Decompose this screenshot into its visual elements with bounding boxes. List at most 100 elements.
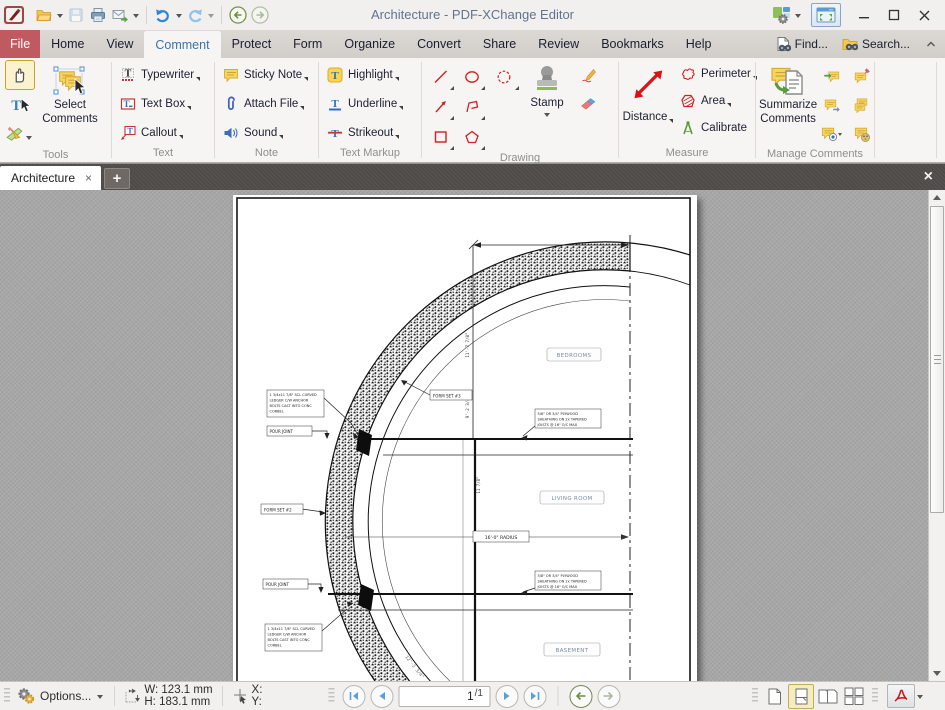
underline-button[interactable]: T Underline — [325, 89, 418, 118]
close-pane-icon[interactable]: × — [912, 164, 945, 190]
tab-share[interactable]: Share — [472, 30, 527, 58]
collapse-ribbon-icon[interactable] — [917, 30, 945, 58]
tab-comment[interactable]: Comment — [144, 31, 221, 58]
options-button[interactable]: Options... — [13, 687, 108, 705]
select-comments-button[interactable]: Select Comments — [36, 60, 104, 149]
history-forward-button[interactable] — [597, 684, 620, 708]
hand-tool-button[interactable] — [4, 60, 35, 90]
line-tool-button[interactable] — [425, 62, 456, 92]
find-button[interactable]: Find... — [768, 30, 835, 58]
open-in-acrobat-button[interactable] — [887, 684, 915, 708]
attach-file-button[interactable]: Attach File — [221, 89, 315, 118]
tab-review[interactable]: Review — [527, 30, 590, 58]
eraser-tool-button[interactable] — [574, 90, 602, 116]
select-text-tool-button[interactable]: T — [6, 91, 34, 119]
polygon-tool-button[interactable] — [456, 122, 487, 152]
tab-convert[interactable]: Convert — [406, 30, 472, 58]
scroll-up-icon[interactable] — [929, 190, 945, 205]
export-comments-button[interactable] — [817, 90, 847, 119]
strikeout-button[interactable]: T Strikeout — [325, 118, 418, 147]
scroll-down-icon[interactable] — [929, 666, 945, 681]
text-box-button[interactable]: T Text Box — [118, 89, 211, 118]
comments-list-button[interactable] — [847, 90, 877, 119]
single-page-view-button[interactable] — [762, 685, 786, 708]
continuous-view-button[interactable] — [788, 683, 814, 709]
save-button[interactable] — [65, 3, 87, 27]
undo-dropdown-icon[interactable] — [176, 14, 182, 18]
tab-file[interactable]: File — [0, 30, 41, 58]
document-tab-close-icon[interactable]: × — [85, 172, 92, 184]
session-button[interactable] — [771, 3, 793, 27]
two-page-continuous-view-button[interactable] — [842, 685, 866, 708]
fullscreen-button[interactable] — [811, 3, 841, 27]
session-dropdown-icon[interactable] — [795, 14, 801, 18]
tab-organize[interactable]: Organize — [333, 30, 406, 58]
two-page-view-button[interactable] — [816, 685, 840, 708]
highlight-button[interactable]: T Highlight — [325, 60, 418, 89]
first-page-button[interactable] — [342, 684, 365, 708]
document-tab-architecture[interactable]: Architecture × — [0, 166, 102, 190]
undo-button[interactable] — [152, 3, 174, 27]
pdf-page[interactable]: 11'-7 7/8" 9'-2 3/4" 11 7/8" 12'-2 3/4" — [233, 195, 697, 681]
redo-button[interactable] — [184, 3, 206, 27]
tab-bookmarks[interactable]: Bookmarks — [590, 30, 675, 58]
stamp-dropdown-icon[interactable] — [544, 112, 550, 117]
import-comments-button[interactable] — [817, 61, 847, 90]
tab-view[interactable]: View — [96, 30, 145, 58]
print-button[interactable] — [87, 3, 109, 27]
oval-tool-button[interactable] — [456, 62, 487, 92]
sound-button[interactable]: Sound — [221, 118, 315, 147]
summarize-comments-button[interactable]: Summarize Comments — [759, 60, 817, 148]
redo-dropdown-icon[interactable] — [208, 14, 214, 18]
cloud-tool-button[interactable] — [487, 62, 521, 92]
area-button[interactable]: Area — [678, 87, 759, 114]
sticky-note-button[interactable]: Sticky Note — [221, 60, 315, 89]
calibrate-button[interactable]: Calibrate — [678, 114, 759, 141]
page-number-box[interactable]: /1 — [398, 685, 490, 707]
pencil-tool-button[interactable] — [574, 63, 602, 89]
perimeter-label: Perimeter — [701, 67, 751, 80]
callout-button[interactable]: T Callout — [118, 118, 211, 147]
close-button[interactable] — [909, 3, 939, 27]
page-number-input[interactable] — [433, 689, 474, 703]
group-label-manage-comments: Manage Comments — [767, 148, 863, 160]
measure-tools-button[interactable] — [3, 120, 36, 148]
previous-page-button[interactable] — [370, 684, 393, 708]
show-comments-button[interactable] — [817, 119, 847, 148]
back-button[interactable] — [227, 3, 249, 27]
distance-button[interactable]: Distance — [621, 108, 676, 126]
email-button[interactable] — [109, 3, 131, 27]
pencil-icon — [582, 69, 596, 83]
tab-help[interactable]: Help — [675, 30, 723, 58]
scrollbar-thumb[interactable] — [930, 206, 944, 513]
stamp-button[interactable]: Stamp — [521, 60, 573, 152]
app-logo-icon[interactable] — [3, 3, 25, 27]
typewriter-button[interactable]: T Typewriter — [118, 60, 211, 89]
tab-home[interactable]: Home — [40, 30, 95, 58]
acrobat-dropdown-icon[interactable] — [917, 695, 923, 699]
open-dropdown-icon[interactable] — [57, 14, 63, 18]
forward-button[interactable] — [249, 3, 271, 27]
tab-form[interactable]: Form — [282, 30, 333, 58]
next-page-button[interactable] — [495, 684, 518, 708]
arrow-tool-button[interactable] — [425, 92, 456, 122]
measure-tools-dropdown-icon[interactable] — [25, 136, 32, 140]
last-page-button[interactable] — [523, 684, 546, 708]
tab-protect[interactable]: Protect — [221, 30, 283, 58]
vertical-scrollbar[interactable] — [928, 190, 945, 681]
perimeter-button[interactable]: Perimeter — [678, 60, 759, 87]
new-document-tab-button[interactable]: + — [104, 168, 131, 189]
search-button[interactable]: Search... — [835, 30, 917, 58]
status-bar: Options... W: 123.1 mm H: 183.1 mm X: Y: — [0, 681, 945, 710]
pin-comment-button[interactable] — [847, 61, 877, 90]
polygon-line-tool-button[interactable] — [456, 92, 487, 122]
comment-styles-button[interactable] — [847, 119, 877, 148]
history-back-button[interactable] — [569, 684, 592, 708]
maximize-button[interactable] — [879, 3, 909, 27]
email-dropdown-icon[interactable] — [133, 14, 139, 18]
document-canvas[interactable]: 11'-7 7/8" 9'-2 3/4" 11 7/8" 12'-2 3/4" — [0, 190, 945, 681]
minimize-button[interactable] — [849, 3, 879, 27]
open-button[interactable] — [33, 3, 55, 27]
options-dropdown-icon[interactable] — [97, 695, 104, 699]
rectangle-tool-button[interactable] — [425, 122, 456, 152]
